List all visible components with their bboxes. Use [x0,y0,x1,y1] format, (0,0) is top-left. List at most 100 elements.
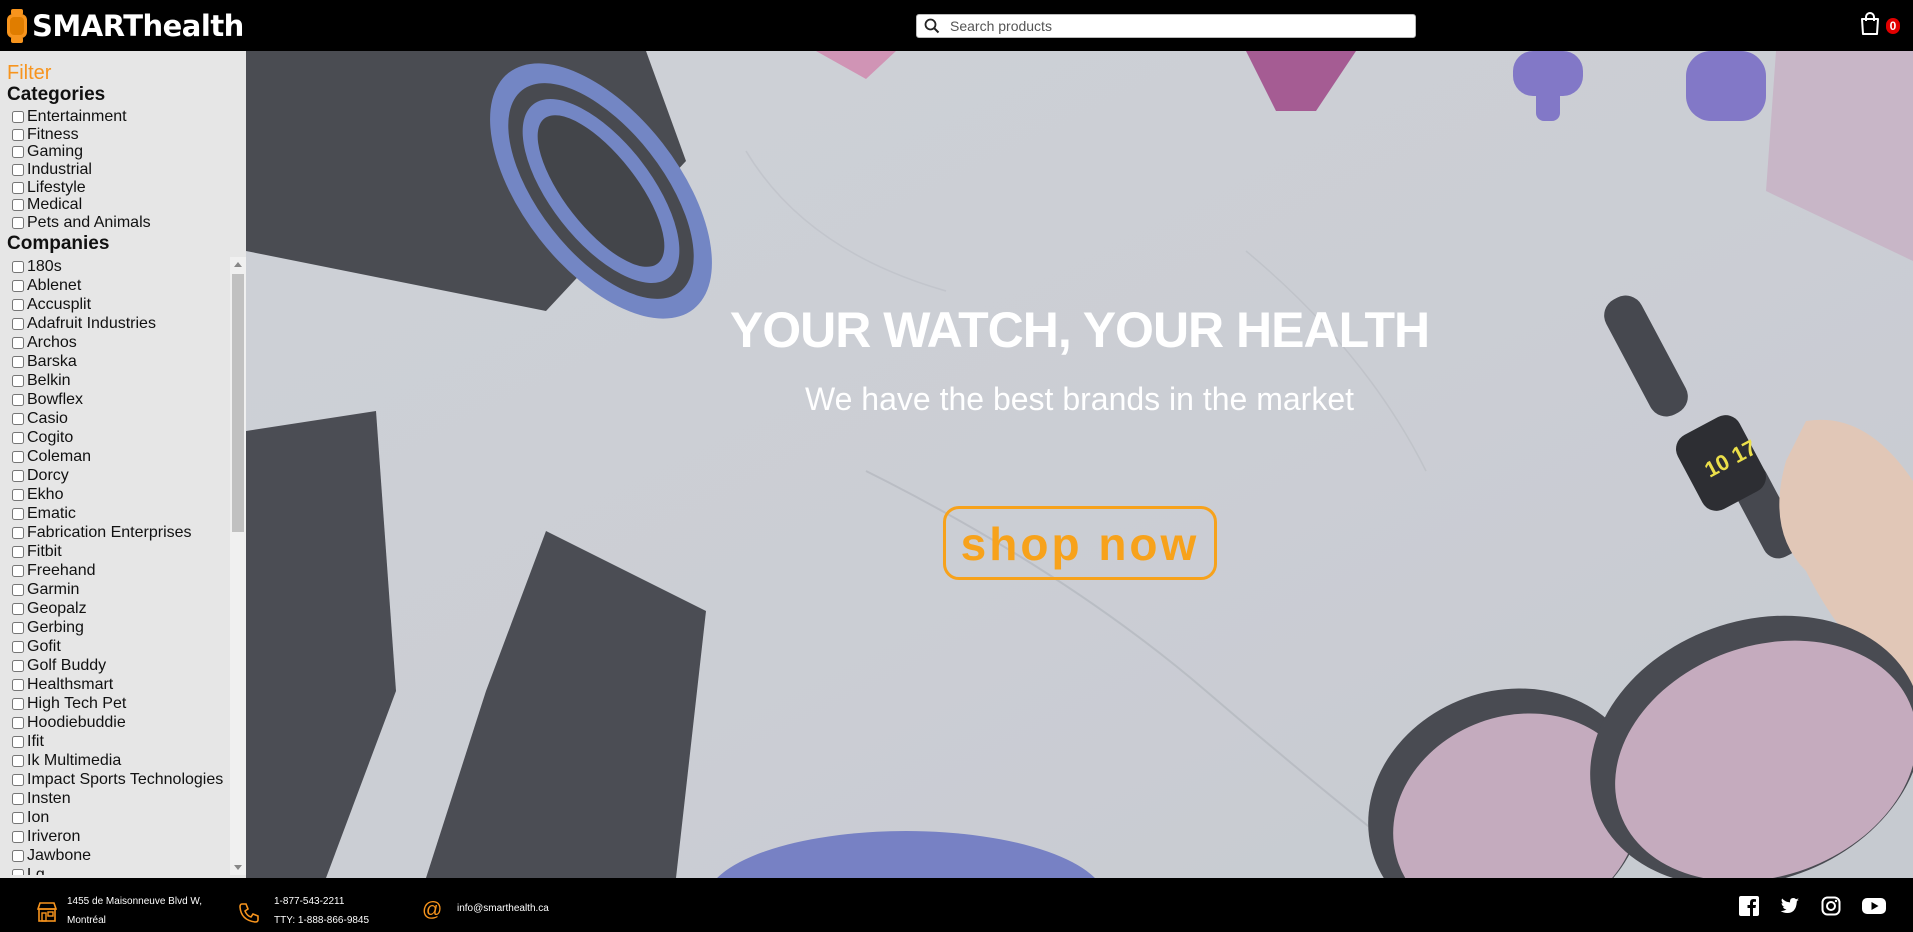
company-option[interactable]: Casio [10,409,230,428]
email-link[interactable]: info@smarthealth.ca [457,899,549,918]
company-option[interactable]: Accusplit [10,295,230,314]
hero-title: YOUR WATCH, YOUR HEALTH [729,302,1430,358]
company-option[interactable]: Bowflex [10,390,230,409]
category-checkbox[interactable] [12,110,24,123]
company-option[interactable]: Ematic [10,504,230,523]
category-option[interactable]: Gaming [10,143,151,161]
company-checkbox[interactable] [12,868,24,875]
category-option[interactable]: Pets and Animals [10,214,151,232]
company-option[interactable]: Dorcy [10,466,230,485]
category-option[interactable]: Medical [10,196,151,214]
company-checkbox[interactable] [12,450,24,463]
company-option[interactable]: Iriveron [10,827,230,846]
search-input[interactable] [948,17,1402,35]
company-option[interactable]: Lg [10,865,230,875]
instagram-icon[interactable] [1821,896,1841,916]
category-checkbox[interactable] [12,181,24,194]
company-checkbox[interactable] [12,583,24,596]
phone-line1[interactable]: 1-877-543-2211 [274,892,369,911]
company-checkbox[interactable] [12,317,24,330]
company-label: Adafruit Industries [27,314,156,332]
category-checkbox[interactable] [12,216,24,229]
company-option[interactable]: Ablenet [10,276,230,295]
company-option[interactable]: Belkin [10,371,230,390]
company-checkbox[interactable] [12,830,24,843]
company-option[interactable]: Coleman [10,447,230,466]
company-option[interactable]: Jawbone [10,846,230,865]
company-checkbox[interactable] [12,488,24,501]
company-checkbox[interactable] [12,678,24,691]
company-checkbox[interactable] [12,640,24,653]
company-option[interactable]: Impact Sports Technologies [10,770,230,789]
company-checkbox[interactable] [12,545,24,558]
companies-scroll-area[interactable]: 180s Ablenet Accusplit Adafruit Industries A… [10,257,230,875]
company-checkbox[interactable] [12,469,24,482]
scroll-down-arrow-icon[interactable] [234,865,242,870]
company-checkbox[interactable] [12,792,24,805]
company-option[interactable]: Ekho [10,485,230,504]
company-checkbox[interactable] [12,754,24,767]
company-checkbox[interactable] [12,735,24,748]
company-option[interactable]: Gerbing [10,618,230,637]
category-option[interactable]: Lifestyle [10,179,151,197]
company-option[interactable]: Cogito [10,428,230,447]
company-checkbox[interactable] [12,773,24,786]
youtube-icon[interactable] [1862,896,1886,916]
twitter-icon[interactable] [1779,896,1799,916]
company-option[interactable]: Barska [10,352,230,371]
company-checkbox[interactable] [12,374,24,387]
company-checkbox[interactable] [12,621,24,634]
company-checkbox[interactable] [12,602,24,615]
company-option[interactable]: Fitbit [10,542,230,561]
category-option[interactable]: Entertainment [10,108,151,126]
tty-line[interactable]: TTY: 1-888-866-9845 [274,911,369,930]
company-option[interactable]: Ion [10,808,230,827]
company-checkbox[interactable] [12,564,24,577]
shop-now-button[interactable]: shop now [943,506,1217,580]
company-checkbox[interactable] [12,355,24,368]
facebook-icon[interactable] [1739,896,1759,916]
category-option[interactable]: Fitness [10,126,151,144]
category-checkbox[interactable] [12,146,24,159]
company-checkbox[interactable] [12,431,24,444]
company-option[interactable]: Gofit [10,637,230,656]
company-option[interactable]: Healthsmart [10,675,230,694]
company-option[interactable]: Garmin [10,580,230,599]
company-checkbox[interactable] [12,849,24,862]
company-option[interactable]: Freehand [10,561,230,580]
category-option[interactable]: Industrial [10,161,151,179]
company-option[interactable]: High Tech Pet [10,694,230,713]
company-checkbox[interactable] [12,412,24,425]
company-checkbox[interactable] [12,716,24,729]
category-checkbox[interactable] [12,199,24,212]
company-checkbox[interactable] [12,298,24,311]
category-checkbox[interactable] [12,128,24,141]
category-checkbox[interactable] [12,163,24,176]
company-option[interactable]: Hoodiebuddie [10,713,230,732]
scroll-up-arrow-icon[interactable] [234,262,242,267]
company-option[interactable]: Fabrication Enterprises [10,523,230,542]
company-checkbox[interactable] [12,659,24,672]
at-sign-icon: @ [422,899,443,921]
company-checkbox[interactable] [12,811,24,824]
company-option[interactable]: 180s [10,257,230,276]
company-option[interactable]: Ik Multimedia [10,751,230,770]
companies-scrollbar[interactable] [230,257,246,875]
company-option[interactable]: Ifit [10,732,230,751]
company-checkbox[interactable] [12,526,24,539]
company-option[interactable]: Geopalz [10,599,230,618]
company-checkbox[interactable] [12,260,24,273]
company-option[interactable]: Golf Buddy [10,656,230,675]
brand-logo[interactable]: SMARThealth [6,9,244,43]
company-checkbox[interactable] [12,697,24,710]
company-checkbox[interactable] [12,393,24,406]
shopping-bag-icon[interactable] [1858,12,1882,36]
company-option[interactable]: Adafruit Industries [10,314,230,333]
company-checkbox[interactable] [12,336,24,349]
search-bar[interactable] [916,14,1416,38]
company-checkbox[interactable] [12,507,24,520]
company-option[interactable]: Archos [10,333,230,352]
company-option[interactable]: Insten [10,789,230,808]
company-checkbox[interactable] [12,279,24,292]
scrollbar-thumb[interactable] [232,274,244,532]
